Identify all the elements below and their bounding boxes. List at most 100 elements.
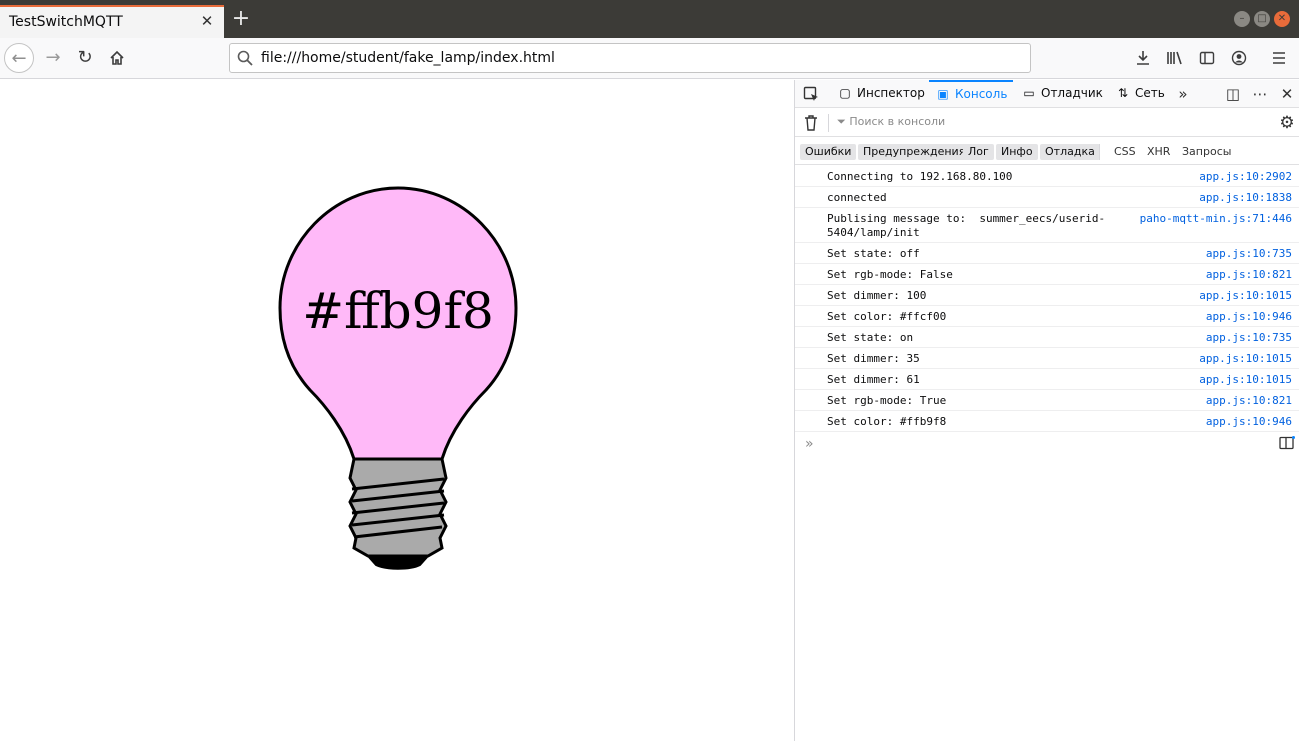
browser-tab[interactable]: TestSwitchMQTT ✕ (0, 5, 224, 38)
message-text: Connecting to 192.168.80.100 (827, 170, 1013, 183)
message-text: Set state: off (827, 247, 920, 260)
message-source-link[interactable]: app.js:10:1015 (1199, 289, 1292, 303)
level-warnings[interactable]: Предупреждения (858, 144, 971, 160)
tab-debugger[interactable]: ▭ Отладчик (1021, 80, 1103, 108)
url-text[interactable]: file:///home/student/fake_lamp/index.htm… (261, 50, 555, 66)
title-bar: TestSwitchMQTT ✕ + – □ ✕ (0, 0, 1299, 38)
network-icon: ⇅ (1117, 86, 1129, 100)
element-picker-button[interactable] (803, 80, 819, 108)
filter-xhr[interactable]: XHR (1147, 144, 1170, 160)
tab-label: Консоль (955, 87, 1008, 101)
tab-label: Отладчик (1041, 86, 1103, 100)
filter-placeholder: Поиск в консоли (849, 115, 946, 128)
message-text: Set dimmer: 61 (827, 373, 920, 386)
devtools-panel: ▢ Инспектор ▣ Консоль ▭ Отладчик ⇅ Сеть » ◫ … (794, 80, 1299, 741)
console-message: Set dimmer: 100 app.js:10:1015 (795, 285, 1299, 306)
filter-icon: ⏷ (837, 115, 846, 128)
account-icon (1231, 50, 1247, 66)
console-message: Set color: #ffcf00 app.js:10:946 (795, 306, 1299, 327)
message-source-link[interactable]: app.js:10:1838 (1199, 191, 1292, 205)
inspector-icon: ▢ (839, 86, 851, 100)
lamp-color-label: #ffb9f8 (302, 282, 494, 340)
level-errors[interactable]: Ошибки (800, 144, 857, 160)
close-devtools-icon[interactable]: ✕ (1277, 85, 1297, 103)
dock-side-icon[interactable]: ◫ (1223, 85, 1243, 103)
more-options-icon[interactable]: ⋯ (1250, 85, 1270, 103)
divider (828, 114, 829, 132)
message-source-link[interactable]: app.js:10:946 (1206, 310, 1292, 324)
message-text: Set color: #ffcf00 (827, 310, 947, 323)
minimize-button[interactable]: – (1234, 11, 1250, 27)
split-console-icon[interactable] (1279, 436, 1295, 450)
console-message: Set rgb-mode: True app.js:10:821 (795, 390, 1299, 411)
console-input[interactable]: » (805, 436, 814, 452)
download-icon (1137, 51, 1149, 65)
home-button[interactable] (102, 43, 132, 73)
console-message: Set dimmer: 35 app.js:10:1015 (795, 348, 1299, 369)
page-content: #ffb9f8 (0, 80, 794, 741)
filter-css[interactable]: CSS (1114, 144, 1136, 160)
library-icon (1167, 51, 1182, 65)
message-text: Publising message to: summer_eecs/userid… (827, 212, 1106, 239)
forward-button[interactable]: → (38, 43, 68, 73)
filter-requests[interactable]: Запросы (1182, 144, 1231, 160)
message-source-link[interactable]: app.js:10:2902 (1199, 170, 1292, 184)
message-source-link[interactable]: app.js:10:821 (1206, 268, 1292, 282)
console-message: Set color: #ffb9f8 app.js:10:946 (795, 411, 1299, 432)
console-message: Publising message to: summer_eecs/userid… (795, 208, 1299, 243)
url-bar[interactable]: file:///home/student/fake_lamp/index.htm… (229, 43, 1031, 73)
window-close-button[interactable]: ✕ (1274, 11, 1290, 27)
message-source-link[interactable]: app.js:10:1015 (1199, 373, 1292, 387)
sidebar-button[interactable] (1196, 47, 1218, 69)
level-log[interactable]: Лог (963, 144, 994, 160)
message-text: Set rgb-mode: True (827, 394, 947, 407)
tab-label: Инспектор (857, 86, 925, 100)
message-source-link[interactable]: app.js:10:1015 (1199, 352, 1292, 366)
navigation-bar: ← → ↻ file:///home/student/fake_lamp/ind… (0, 38, 1299, 79)
hamburger-menu-icon (1273, 52, 1285, 64)
message-text: Set dimmer: 35 (827, 352, 920, 365)
console-message: connected app.js:10:1838 (795, 187, 1299, 208)
console-message: Set dimmer: 61 app.js:10:1015 (795, 369, 1299, 390)
menu-button[interactable] (1268, 47, 1290, 69)
more-tabs-icon[interactable]: » (1173, 85, 1193, 103)
tab-inspector[interactable]: ▢ Инспектор (837, 80, 925, 108)
message-text: Set color: #ffb9f8 (827, 415, 947, 428)
tab-label: Сеть (1135, 86, 1165, 100)
back-button[interactable]: ← (4, 43, 34, 73)
console-message: Set rgb-mode: False app.js:10:821 (795, 264, 1299, 285)
debugger-icon: ▭ (1023, 86, 1035, 100)
maximize-button[interactable]: □ (1254, 11, 1270, 27)
library-button[interactable] (1164, 47, 1186, 69)
reload-button[interactable]: ↻ (70, 43, 100, 73)
message-source-link[interactable]: app.js:10:735 (1206, 247, 1292, 261)
tab-close-icon[interactable]: ✕ (199, 13, 215, 29)
console-message: Set state: off app.js:10:735 (795, 243, 1299, 264)
downloads-button[interactable] (1132, 47, 1154, 69)
divider (1099, 144, 1100, 160)
prompt-chevron-icon: » (805, 436, 814, 452)
new-tab-button[interactable]: + (230, 8, 252, 30)
devtools-toolbar: ▢ Инспектор ▣ Консоль ▭ Отладчик ⇅ Сеть » ◫ … (795, 80, 1299, 108)
level-info[interactable]: Инфо (996, 144, 1038, 160)
tab-network[interactable]: ⇅ Сеть (1115, 80, 1165, 108)
message-text: Set state: on (827, 331, 914, 344)
message-text: connected (827, 191, 887, 204)
lamp-bulb[interactable]: #ffb9f8 (270, 180, 530, 580)
element-picker-icon (803, 86, 818, 101)
search-icon (237, 50, 253, 66)
tab-console[interactable]: ▣ Консоль (929, 80, 1013, 108)
level-debug[interactable]: Отладка (1040, 144, 1100, 160)
gear-icon[interactable]: ⚙ (1277, 113, 1297, 133)
home-icon (110, 50, 124, 65)
console-filter-input[interactable]: ⏷ Поиск в консоли (837, 115, 945, 129)
account-button[interactable] (1228, 47, 1250, 69)
tab-title: TestSwitchMQTT (9, 14, 123, 30)
clear-console-icon[interactable] (803, 114, 819, 132)
message-source-link[interactable]: app.js:10:821 (1206, 394, 1292, 408)
message-source-link[interactable]: app.js:10:735 (1206, 331, 1292, 345)
message-source-link[interactable]: app.js:10:946 (1206, 415, 1292, 429)
console-message: Connecting to 192.168.80.100 app.js:10:2… (795, 166, 1299, 187)
message-source-link[interactable]: paho-mqtt-min.js:71:446 (1140, 212, 1292, 226)
message-text: Set rgb-mode: False (827, 268, 953, 281)
